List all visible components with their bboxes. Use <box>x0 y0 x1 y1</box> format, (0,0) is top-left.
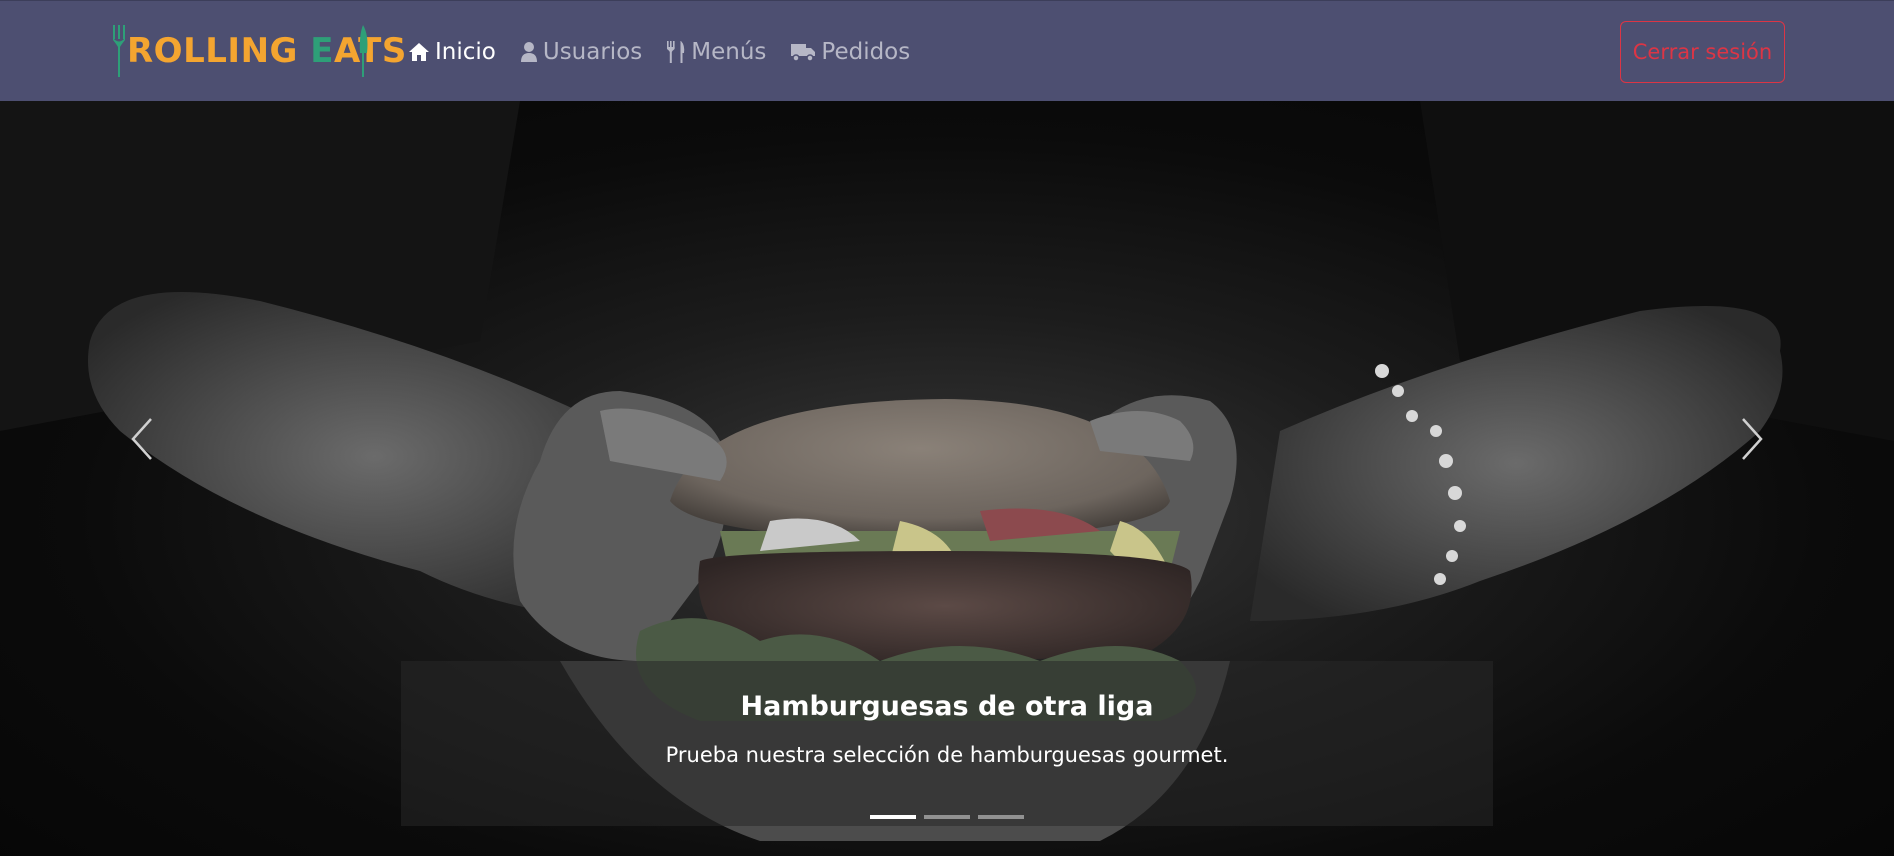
chevron-left-icon <box>131 418 152 460</box>
top-navbar: ROLLING EATS Inicio Usuarios Menús Pedid… <box>0 0 1894 101</box>
carousel-caption-text: Prueba nuestra selección de hamburguesas… <box>665 743 1229 767</box>
nav-item-label: Pedidos <box>821 38 911 65</box>
nav-item-menus[interactable]: Menús <box>666 39 766 65</box>
nav-item-inicio[interactable]: Inicio <box>408 39 496 65</box>
nav-item-label: Usuarios <box>542 38 643 65</box>
carousel-indicator-1[interactable] <box>870 815 916 819</box>
logout-button[interactable]: Cerrar sesión <box>1620 21 1785 83</box>
fork-icon <box>113 25 125 77</box>
carousel-next-button[interactable] <box>1722 404 1782 474</box>
carousel-indicator-3[interactable] <box>978 815 1024 819</box>
nav-links: Inicio Usuarios Menús Pedidos <box>408 1 934 102</box>
carousel-indicators <box>870 815 1032 819</box>
carousel-indicator-2[interactable] <box>924 815 970 819</box>
knife-icon <box>359 25 368 77</box>
truck-icon <box>791 43 816 62</box>
hero-carousel: Hamburguesas de otra liga Prueba nuestra… <box>0 101 1894 856</box>
utensils-icon <box>667 40 685 63</box>
home-icon <box>409 42 429 61</box>
carousel-prev-button[interactable] <box>112 404 172 474</box>
chevron-right-icon <box>1742 418 1763 460</box>
carousel-caption-title: Hamburguesas de otra liga <box>740 691 1154 722</box>
rolling-eats-logo[interactable]: ROLLING EATS <box>112 23 406 77</box>
nav-item-usuarios[interactable]: Usuarios <box>520 39 642 65</box>
user-icon <box>520 41 537 62</box>
nav-item-label: Inicio <box>435 38 496 65</box>
nav-item-label: Menús <box>691 38 767 65</box>
nav-item-pedidos[interactable]: Pedidos <box>790 39 910 65</box>
